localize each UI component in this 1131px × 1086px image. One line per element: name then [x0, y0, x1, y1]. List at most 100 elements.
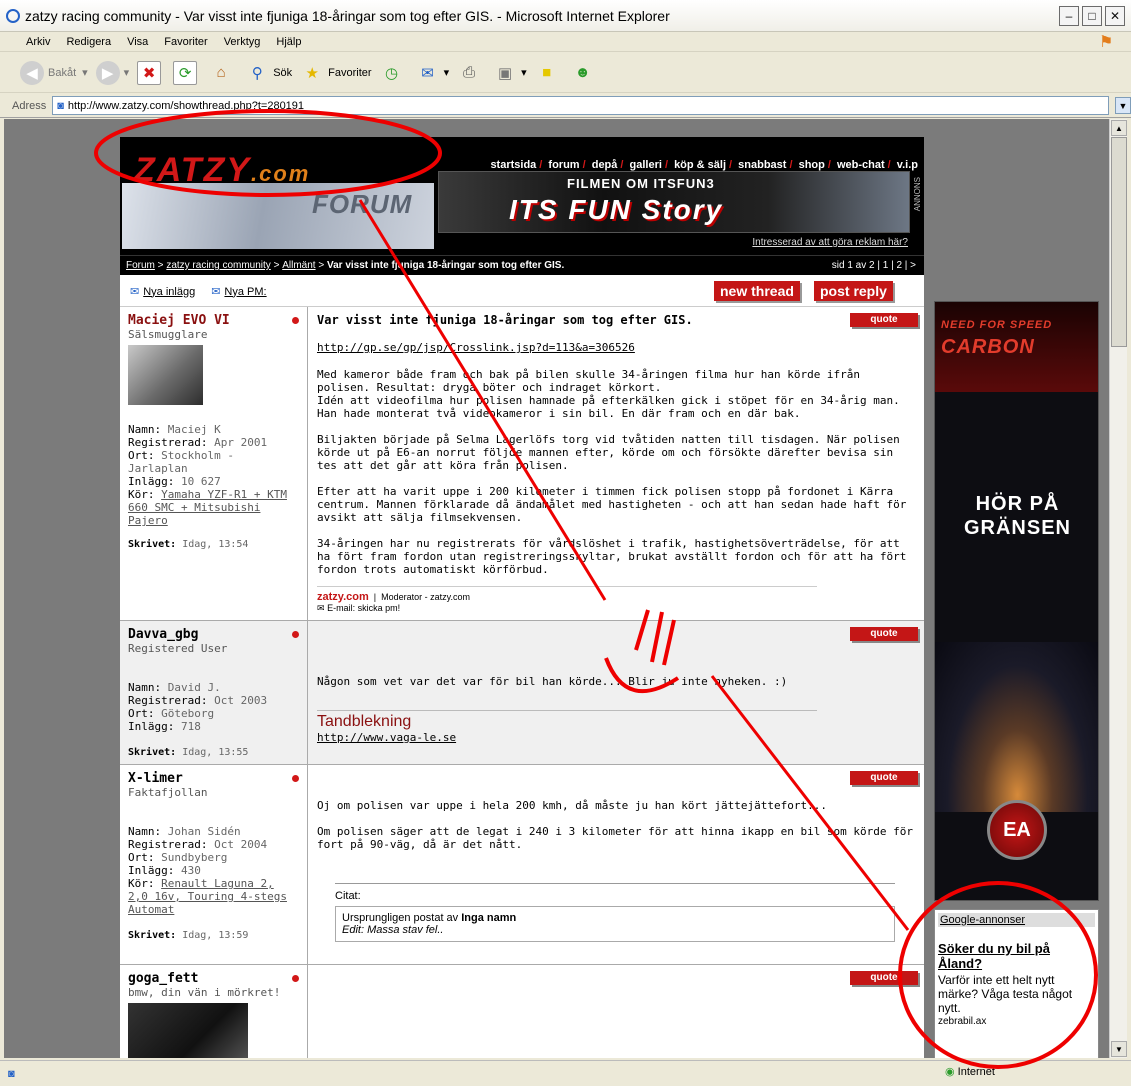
nav-galleri[interactable]: galleri	[630, 159, 662, 171]
crumb-forum[interactable]: Forum	[126, 260, 155, 271]
stop-button[interactable]: ✖	[137, 60, 165, 85]
online-status-icon	[292, 317, 299, 324]
signature-link[interactable]: http://www.vaga-le.se	[317, 731, 456, 744]
menu-hjalp[interactable]: Hjälp	[268, 36, 309, 48]
minimize-button[interactable]: –	[1059, 6, 1079, 26]
ad-info-link[interactable]: Intresserad av att göra reklam här?	[752, 237, 908, 248]
notes-button[interactable]: ■	[535, 61, 563, 85]
post-text: Någon som vet var det var för bil han kö…	[317, 675, 788, 688]
post-reply-button[interactable]: post reply	[814, 281, 893, 301]
status-bar: ◙ ◉ Internet	[0, 1060, 1131, 1086]
edit-icon: ▣	[498, 64, 513, 82]
page-viewport: ZATZY.com startsida / forum / depå / galler…	[4, 119, 1109, 1058]
nav-depa[interactable]: depå	[592, 159, 618, 171]
close-button[interactable]: ✕	[1105, 6, 1125, 26]
online-status-icon	[292, 975, 299, 982]
home-icon: ⌂	[216, 64, 226, 81]
note-icon: ■	[542, 64, 552, 81]
avatar	[128, 345, 203, 405]
refresh-button[interactable]: ⟳	[173, 60, 201, 85]
post-1: Maciej EVO VI Sälsmugglare Namn: Maciej …	[120, 307, 924, 621]
scroll-thumb[interactable]	[1111, 137, 1127, 347]
back-button[interactable]: ◀ Bakåt ▾	[20, 60, 88, 85]
nav-forum[interactable]: forum	[548, 159, 579, 171]
article-link[interactable]: http://gp.se/gp/jsp/Crosslink.jsp?d=113&…	[317, 341, 635, 354]
ad-title[interactable]: Söker du ny bil på Åland?	[938, 941, 1095, 971]
post-4: goga_fett bmw, din vän i mörkret! quote	[120, 965, 924, 1058]
back-arrow-icon: ◀	[20, 60, 44, 85]
city-image	[935, 642, 1098, 812]
messenger-icon: ☻	[574, 64, 591, 81]
nav-kop-salj[interactable]: köp & sälj	[674, 159, 726, 171]
printer-icon: ⎙	[463, 64, 476, 81]
post-text: Med kameror både fram och bak på bilen s…	[317, 368, 861, 394]
menu-visa[interactable]: Visa	[119, 36, 156, 48]
username[interactable]: goga_fett	[128, 971, 299, 986]
new-thread-button[interactable]: new thread	[714, 281, 800, 301]
address-dropdown[interactable]: ▼	[1115, 97, 1131, 114]
history-button[interactable]: ◷	[380, 61, 408, 85]
quote-button[interactable]: quote	[850, 313, 918, 327]
nav-web-chat[interactable]: web-chat	[837, 159, 885, 171]
menu-verktyg[interactable]: Verktyg	[216, 36, 269, 48]
checkmail-icon: ✉	[130, 286, 140, 298]
action-bar: ✉ Nya inlägg ✉ Nya PM: new thread post r…	[120, 275, 924, 307]
address-bar: Adress ◙ http://www.zatzy.com/showthread.…	[0, 94, 1131, 118]
post-text: Oj om polisen var uppe i hela 200 kmh, d…	[317, 799, 827, 812]
site-nav: startsida / forum / depå / galleri / köp & s…	[490, 159, 918, 171]
messenger-button[interactable]: ☻	[571, 61, 599, 85]
crumb-community[interactable]: zatzy racing community	[166, 260, 270, 271]
favorites-button[interactable]: ★ Favoriter	[300, 61, 371, 85]
forum-page: ZATZY.com startsida / forum / depå / galler…	[120, 137, 924, 1058]
new-posts-link[interactable]: Nya inlägg	[143, 286, 195, 298]
page-icon: ◙	[8, 1067, 15, 1080]
home-button[interactable]: ⌂	[209, 61, 237, 85]
pagination[interactable]: sid 1 av 2 | 1 | 2 | >	[832, 260, 916, 271]
scroll-up-icon[interactable]: ▲	[1111, 120, 1127, 136]
stop-icon: ✖	[137, 60, 162, 85]
pm-icon: ✉	[211, 286, 221, 298]
menu-redigera[interactable]: Redigera	[58, 36, 119, 48]
post-text: Idén att videofilma hur polisen hamnade …	[317, 394, 900, 420]
menu-arkiv[interactable]: Arkiv	[18, 36, 58, 48]
username[interactable]: Davva_gbg	[128, 627, 299, 642]
maximize-button[interactable]: □	[1082, 6, 1102, 26]
search-button[interactable]: ⚲ Sök	[245, 61, 292, 85]
google-ads-header[interactable]: Google-annonser	[938, 913, 1095, 927]
history-icon: ◷	[385, 64, 399, 82]
ad-url[interactable]: zebrabil.ax	[938, 1016, 1095, 1027]
user-rank: Faktafjollan	[128, 786, 208, 799]
quote-button[interactable]: quote	[850, 971, 918, 985]
edit-button[interactable]: ▣ ▾	[493, 61, 527, 85]
forward-button[interactable]: ▶ ▾	[95, 60, 129, 85]
post-author: X-limer Faktafjollan Namn: Johan Sidén R…	[120, 765, 308, 964]
nfs-carbon-ad[interactable]: NEED FOR SPEED CARBON HÖR PÅ GRÄNSEN EA	[934, 301, 1099, 901]
new-pm-link[interactable]: Nya PM:	[224, 286, 266, 298]
username[interactable]: Maciej EVO VI	[128, 313, 299, 328]
vertical-scrollbar[interactable]: ▲ ▼	[1109, 119, 1127, 1058]
username[interactable]: X-limer	[128, 771, 299, 786]
mail-button[interactable]: ✉ ▾	[416, 61, 449, 85]
crumb-allmant[interactable]: Allmänt	[282, 260, 315, 271]
itsfun-banner[interactable]: FILMEN OM ITSFUN3 ITS FUN Story	[438, 171, 910, 233]
ea-logo-icon: EA	[987, 800, 1047, 860]
post-body: quote Oj om polisen var uppe i hela 200 …	[309, 765, 924, 964]
search-icon: ⚲	[251, 64, 263, 82]
globe-icon: ◉	[945, 1066, 955, 1078]
nav-vip[interactable]: v.i.p	[897, 159, 918, 171]
nav-snabbast[interactable]: snabbast	[738, 159, 786, 171]
post-time: Skrivet: Idag, 13:59	[128, 930, 249, 941]
nav-shop[interactable]: shop	[799, 159, 825, 171]
nav-startsida[interactable]: startsida	[490, 159, 536, 171]
address-input[interactable]: ◙ http://www.zatzy.com/showthread.php?t=2…	[52, 96, 1109, 115]
quote-button[interactable]: quote	[850, 771, 918, 785]
print-button[interactable]: ⎙	[457, 61, 485, 85]
window-title: zatzy racing community - Var visst inte …	[25, 7, 670, 24]
mail-icon: ✉	[317, 603, 325, 613]
menu-bar: Arkiv Redigera Visa Favoriter Verktyg Hj…	[0, 32, 1131, 52]
post-3: X-limer Faktafjollan Namn: Johan Sidén R…	[120, 765, 924, 965]
scroll-down-icon[interactable]: ▼	[1111, 1041, 1127, 1057]
user-info: Namn: David J. Registrerad: Oct 2003 Ort…	[128, 681, 268, 733]
menu-favoriter[interactable]: Favoriter	[156, 36, 215, 48]
quote-button[interactable]: quote	[850, 627, 918, 641]
